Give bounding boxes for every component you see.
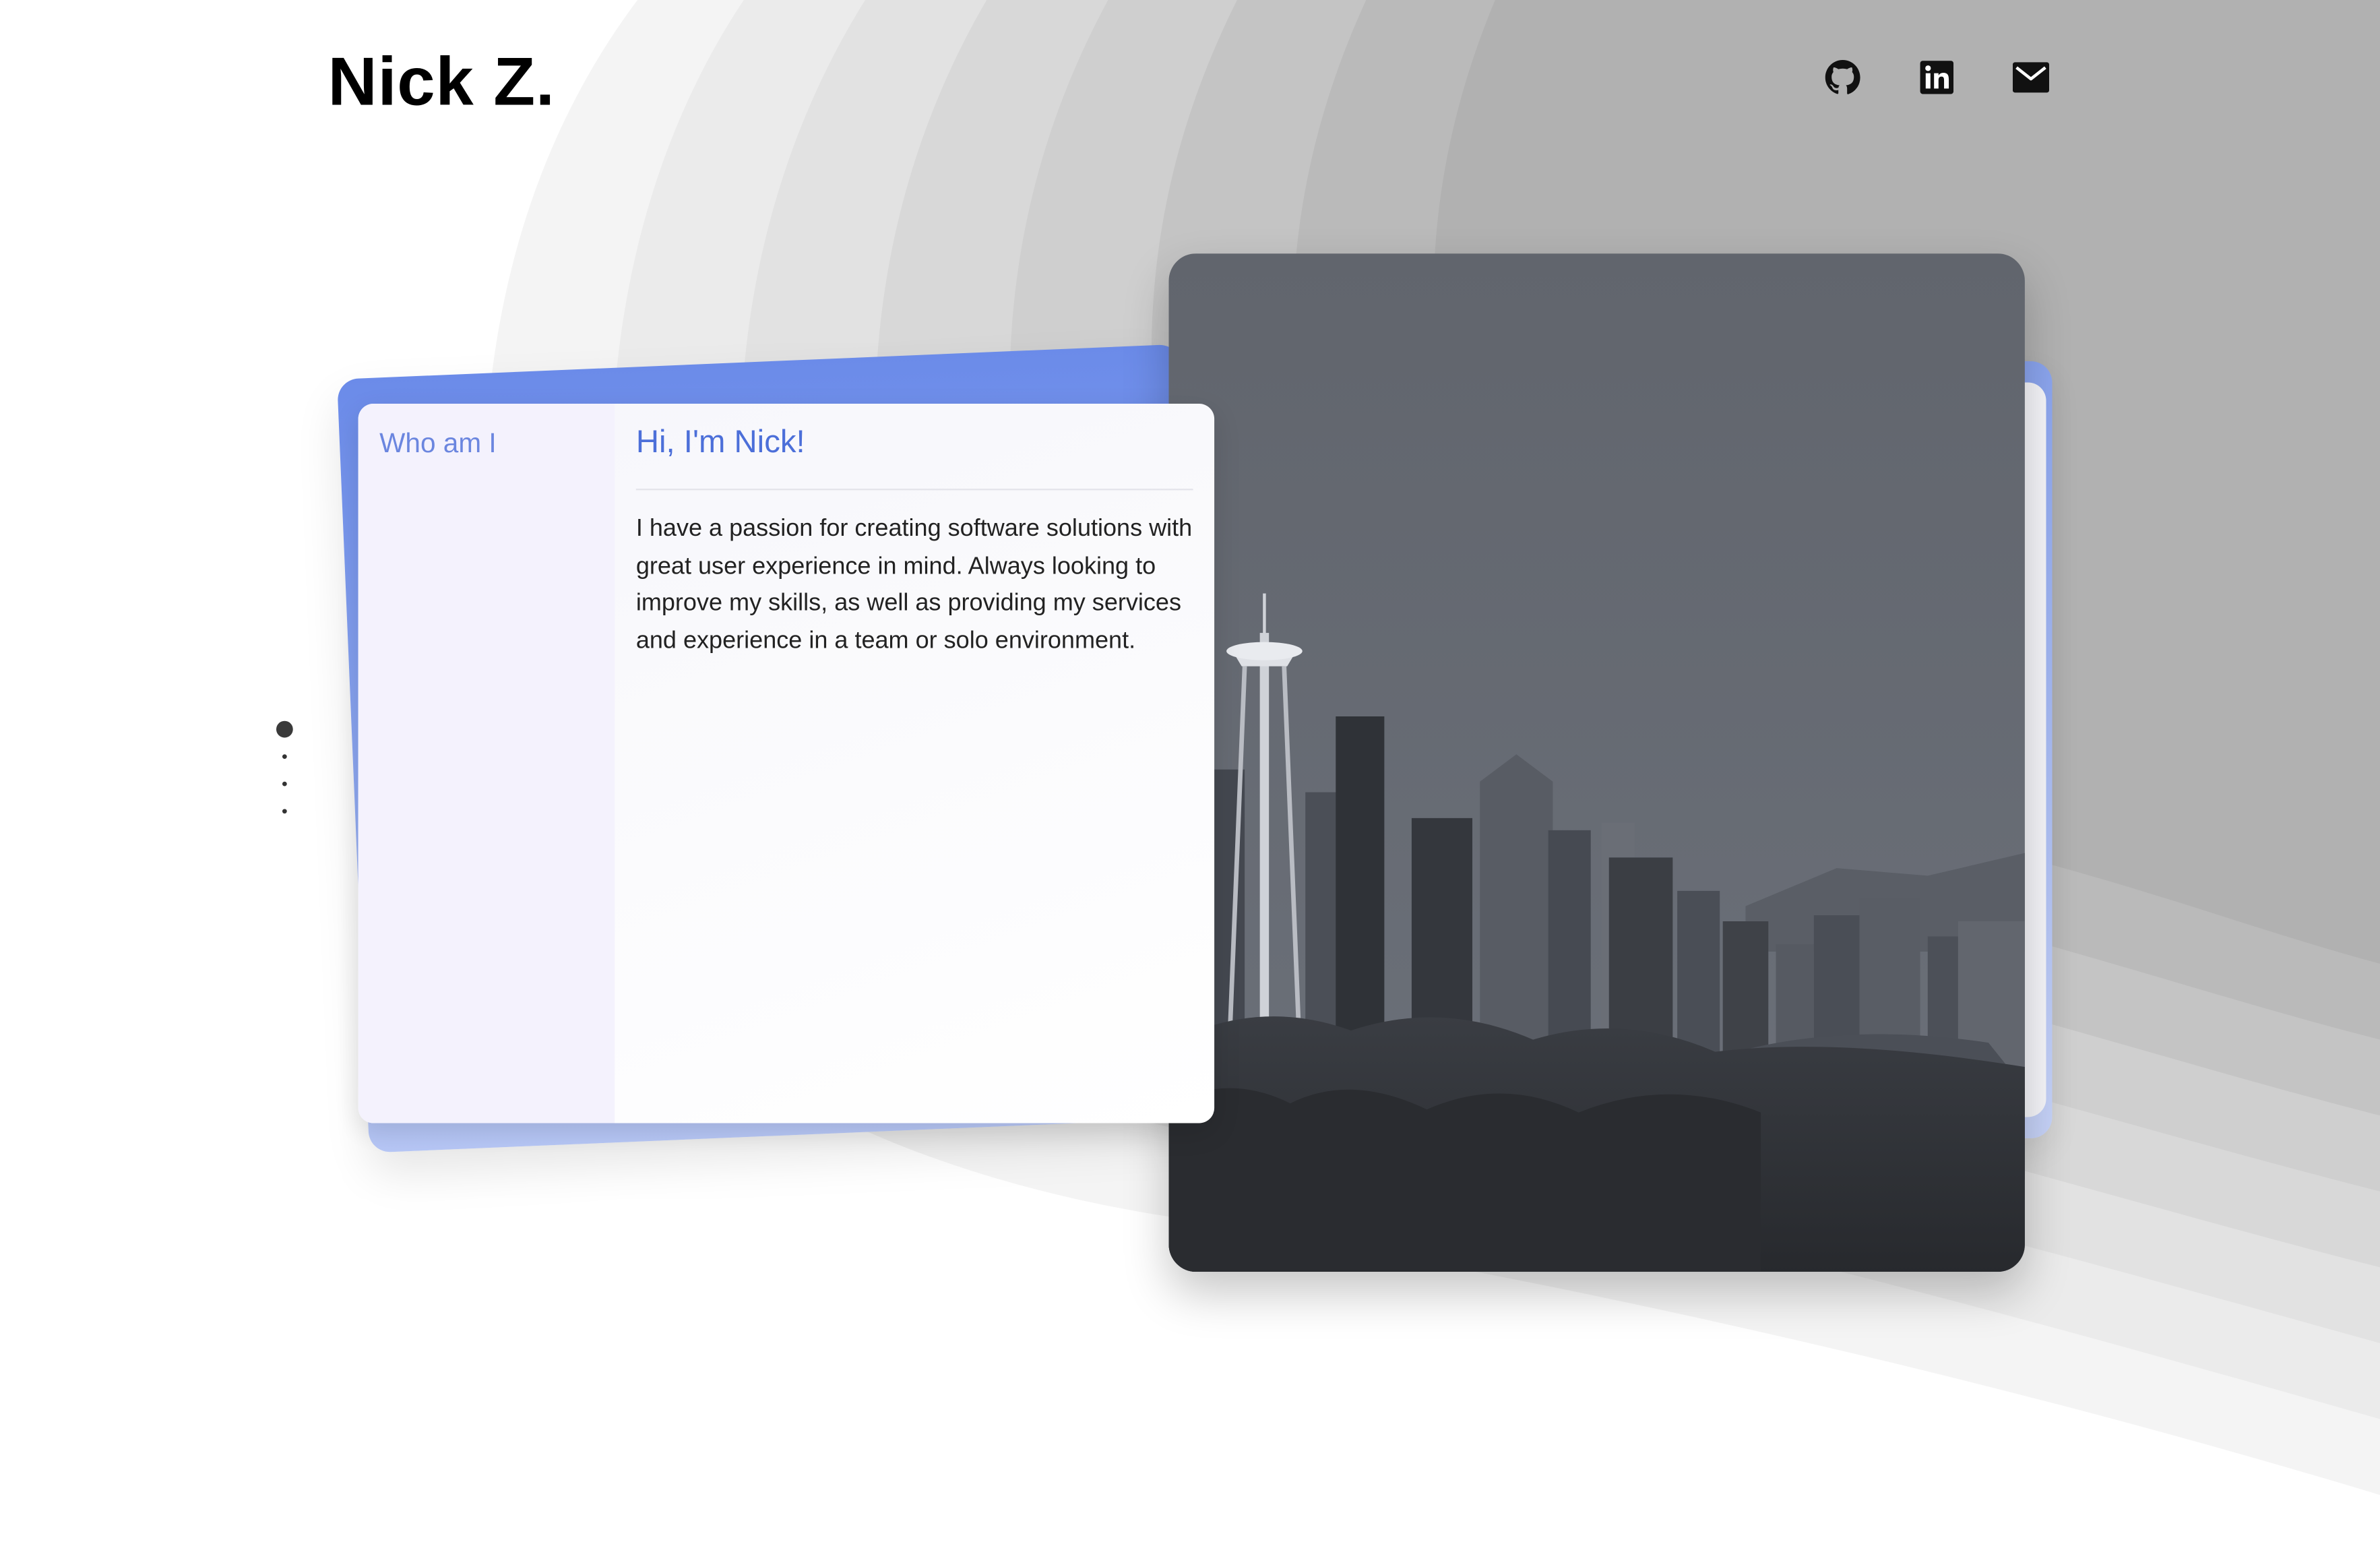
pager-dot[interactable] — [282, 754, 287, 759]
github-icon — [1825, 59, 1860, 94]
linkedin-link[interactable] — [1914, 55, 1960, 100]
pager-dot[interactable] — [282, 781, 287, 787]
linkedin-icon — [1920, 61, 1954, 94]
seattle-skyline-image — [1168, 253, 2025, 1272]
about-content: Hi, I'm Nick! I have a passion for creat… — [635, 404, 1193, 1123]
about-card: Who am I Hi, I'm Nick! I have a passion … — [358, 404, 1215, 1123]
hero-photo — [1168, 253, 2025, 1272]
about-sidebar-label[interactable]: Who am I — [379, 428, 497, 460]
pager-dot[interactable] — [282, 809, 287, 814]
about-title: Hi, I'm Nick! — [635, 425, 805, 460]
about-sidebar: Who am I — [358, 404, 615, 1123]
site-brand[interactable]: Nick Z. — [328, 42, 555, 121]
section-pager — [267, 713, 303, 834]
email-link[interactable] — [2008, 55, 2054, 100]
about-body: I have a passion for creating software s… — [635, 516, 1193, 654]
pager-dot-active[interactable] — [276, 720, 293, 738]
github-link[interactable] — [1820, 55, 1866, 100]
about-divider — [635, 489, 1193, 491]
email-icon — [2012, 62, 2050, 93]
page: Nick Z. Who am I Hi, I'm Nick! I have a … — [0, 0, 2380, 1542]
